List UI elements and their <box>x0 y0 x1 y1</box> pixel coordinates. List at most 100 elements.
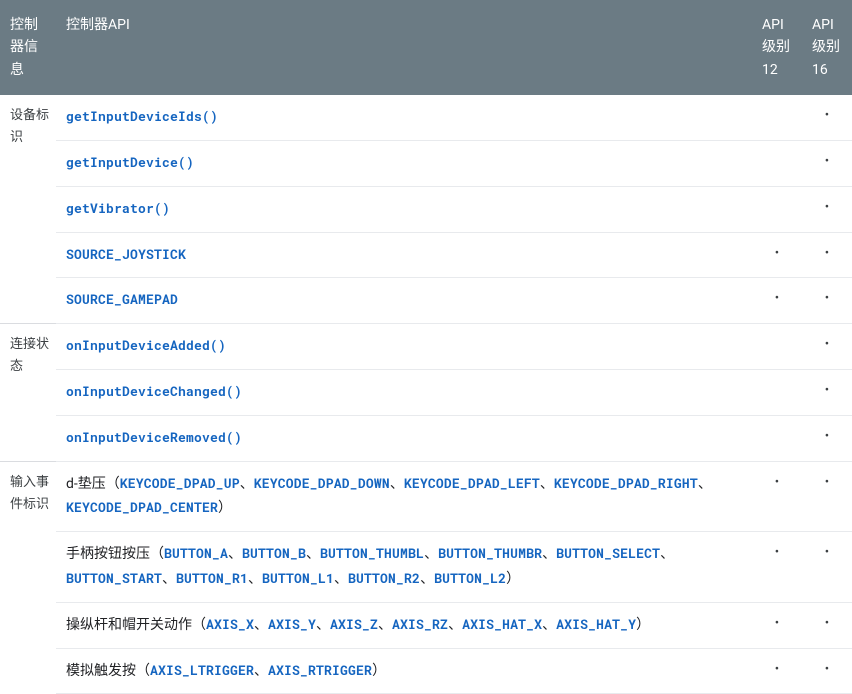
api-link[interactable]: AXIS_LTRIGGER <box>150 663 254 679</box>
api-table: 控制器信息 控制器API API 级别 12 API 级别 16 设备标识get… <box>0 0 852 694</box>
api12-mark: • <box>752 278 802 324</box>
api12-mark <box>752 186 802 232</box>
separator: 、 <box>540 476 554 492</box>
api-code: AXIS_Y <box>268 615 316 633</box>
api-code: BUTTON_L2 <box>434 569 506 587</box>
api16-mark: • <box>802 532 852 603</box>
header-info: 控制器信息 <box>0 0 56 95</box>
api12-mark: • <box>752 532 802 603</box>
separator: 、 <box>162 571 176 587</box>
api-code: BUTTON_THUMBR <box>438 544 542 562</box>
api-link[interactable]: BUTTON_L2 <box>434 571 506 587</box>
api12-mark: • <box>752 648 802 694</box>
category-cell: 连接状态 <box>0 324 56 461</box>
api-link[interactable]: AXIS_HAT_Y <box>556 617 636 633</box>
row-suffix: ） <box>506 571 520 587</box>
table-row: 设备标识getInputDeviceIds()• <box>0 95 852 140</box>
api-cell: getInputDeviceIds() <box>56 95 752 140</box>
api-code: AXIS_RZ <box>392 615 448 633</box>
row-prefix: 模拟触发按（ <box>66 663 150 679</box>
api-code: BUTTON_THUMBL <box>320 544 424 562</box>
header-api12: API 级别 12 <box>752 0 802 95</box>
api-code: KEYCODE_DPAD_UP <box>120 474 240 492</box>
category-cell: 输入事件标识 <box>0 461 56 694</box>
api-link[interactable]: onInputDeviceAdded() <box>66 338 226 354</box>
table-row: 输入事件标识d-垫压（KEYCODE_DPAD_UP、KEYCODE_DPAD_… <box>0 461 852 532</box>
api-code: SOURCE_GAMEPAD <box>66 290 178 308</box>
api-code: BUTTON_START <box>66 569 162 587</box>
api16-mark: • <box>802 232 852 278</box>
api-link[interactable]: BUTTON_A <box>164 546 228 562</box>
api-link[interactable]: BUTTON_R2 <box>348 571 420 587</box>
api-code: KEYCODE_DPAD_RIGHT <box>554 474 698 492</box>
api-link[interactable]: getVibrator() <box>66 201 170 217</box>
api16-mark: • <box>802 95 852 140</box>
api-link[interactable]: AXIS_RZ <box>392 617 448 633</box>
api-link[interactable]: KEYCODE_DPAD_LEFT <box>404 476 540 492</box>
api-code: AXIS_HAT_Y <box>556 615 636 633</box>
api16-mark: • <box>802 648 852 694</box>
api-link[interactable]: AXIS_Z <box>330 617 378 633</box>
separator: 、 <box>378 617 392 633</box>
table-row: getVibrator() • <box>0 186 852 232</box>
separator: 、 <box>424 546 438 562</box>
api-link[interactable]: BUTTON_THUMBL <box>320 546 424 562</box>
api-link[interactable]: AXIS_Y <box>268 617 316 633</box>
api-link[interactable]: AXIS_RTRIGGER <box>268 663 372 679</box>
api-link[interactable]: AXIS_HAT_X <box>462 617 542 633</box>
api12-mark: • <box>752 461 802 532</box>
api12-mark <box>752 369 802 415</box>
separator: 、 <box>420 571 434 587</box>
api-cell: 操纵杆和帽开关动作（AXIS_X、AXIS_Y、AXIS_Z、AXIS_RZ、A… <box>56 602 752 648</box>
api-link[interactable]: BUTTON_THUMBR <box>438 546 542 562</box>
api-code: BUTTON_A <box>164 544 228 562</box>
category-cell: 设备标识 <box>0 95 56 323</box>
api-code: BUTTON_SELECT <box>556 544 660 562</box>
api-link[interactable]: KEYCODE_DPAD_CENTER <box>66 500 218 516</box>
api-code: AXIS_Z <box>330 615 378 633</box>
api-link[interactable]: SOURCE_GAMEPAD <box>66 292 178 308</box>
api16-mark: • <box>802 602 852 648</box>
row-prefix: 操纵杆和帽开关动作（ <box>66 617 206 633</box>
table-row: 操纵杆和帽开关动作（AXIS_X、AXIS_Y、AXIS_Z、AXIS_RZ、A… <box>0 602 852 648</box>
separator: 、 <box>316 617 330 633</box>
api-link[interactable]: KEYCODE_DPAD_UP <box>120 476 240 492</box>
api-code: KEYCODE_DPAD_DOWN <box>254 474 390 492</box>
row-suffix: ） <box>636 617 650 633</box>
api-cell: getInputDevice() <box>56 140 752 186</box>
api12-mark <box>752 140 802 186</box>
api-code: KEYCODE_DPAD_LEFT <box>404 474 540 492</box>
api-link[interactable]: getInputDeviceIds() <box>66 109 218 125</box>
api-code: SOURCE_JOYSTICK <box>66 245 186 263</box>
api12-mark: • <box>752 232 802 278</box>
api-code: KEYCODE_DPAD_CENTER <box>66 498 218 516</box>
api16-mark: • <box>802 186 852 232</box>
api-link[interactable]: SOURCE_JOYSTICK <box>66 247 186 263</box>
api-link[interactable]: BUTTON_L1 <box>262 571 334 587</box>
api-link[interactable]: BUTTON_R1 <box>176 571 248 587</box>
table-header-row: 控制器信息 控制器API API 级别 12 API 级别 16 <box>0 0 852 95</box>
api-cell: onInputDeviceAdded() <box>56 324 752 370</box>
separator: 、 <box>306 546 320 562</box>
api-link[interactable]: AXIS_X <box>206 617 254 633</box>
api-link[interactable]: KEYCODE_DPAD_RIGHT <box>554 476 698 492</box>
separator: 、 <box>254 617 268 633</box>
api-link[interactable]: BUTTON_START <box>66 571 162 587</box>
header-api16: API 级别 16 <box>802 0 852 95</box>
api-link[interactable]: KEYCODE_DPAD_DOWN <box>254 476 390 492</box>
header-controller-api: 控制器API <box>56 0 752 95</box>
api-link[interactable]: BUTTON_SELECT <box>556 546 660 562</box>
api-code: getInputDeviceIds() <box>66 107 218 125</box>
api16-mark: • <box>802 278 852 324</box>
api-link[interactable]: BUTTON_B <box>242 546 306 562</box>
api-link[interactable]: onInputDeviceChanged() <box>66 384 242 400</box>
api-link[interactable]: onInputDeviceRemoved() <box>66 430 242 446</box>
separator: 、 <box>542 546 556 562</box>
api-cell: onInputDeviceChanged() <box>56 369 752 415</box>
api-code: onInputDeviceChanged() <box>66 382 242 400</box>
api-code: AXIS_HAT_X <box>462 615 542 633</box>
api16-mark: • <box>802 415 852 461</box>
api-link[interactable]: getInputDevice() <box>66 155 194 171</box>
api12-mark: • <box>752 602 802 648</box>
api-cell: 模拟触发按（AXIS_LTRIGGER、AXIS_RTRIGGER） <box>56 648 752 694</box>
